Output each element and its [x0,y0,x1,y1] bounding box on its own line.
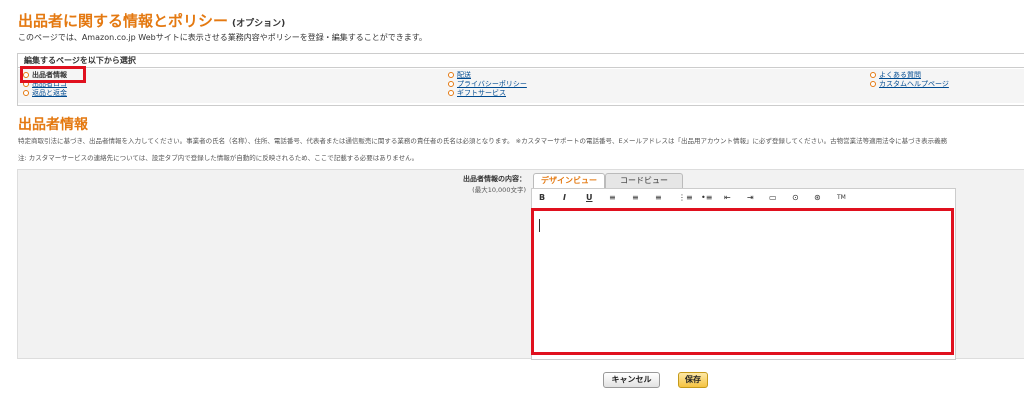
tab-code-view[interactable]: コードビュー [605,173,683,188]
highlight-editor-area [531,208,954,355]
page-title-text: 出品者に関する情報とポリシー [18,12,229,30]
bulleted-list-icon[interactable]: •≡ [701,193,712,202]
copyright-icon[interactable]: ⊙ [792,193,799,202]
align-center-icon[interactable]: ≡ [632,193,639,202]
highlight-selected-item [20,66,86,83]
selector-item-faq[interactable]: よくある質問 [870,71,949,80]
selector-item-label: ギフトサービス [457,89,506,97]
field-char-limit: (最大10,000文字) [472,186,526,194]
bullet-icon [448,72,454,78]
horizontal-rule-icon[interactable]: ▭ [769,193,777,202]
field-label: 出品者情報の内容： [463,175,526,183]
underline-icon[interactable]: U [586,193,593,202]
numbered-list-icon[interactable]: ⋮≡ [678,193,693,202]
selector-item-label: カスタムヘルプページ [879,80,949,88]
bullet-icon [448,81,454,87]
page-selector-heading: 編集するページを以下から選択 [18,54,1024,68]
bullet-icon [23,90,29,96]
tab-design-view[interactable]: デザインビュー [533,173,605,188]
outdent-icon[interactable]: ⇤ [724,193,731,202]
section-title: 出品者情報 [18,117,88,133]
selector-item-label: 配送 [457,71,471,79]
bold-icon[interactable]: B [539,193,545,202]
page-selector-col3: よくある質問 カスタムヘルプページ [870,71,949,89]
selector-item-custom-help[interactable]: カスタムヘルプページ [870,80,949,89]
selector-item-label: よくある質問 [879,71,921,79]
page-intro: このページでは、Amazon.co.jp Webサイトに表示させる業務内容やポリ… [18,33,427,42]
selector-item-returns[interactable]: 返品と返金 [23,89,67,98]
registered-icon[interactable]: ⊛ [814,193,821,202]
page-title: 出品者に関する情報とポリシー (オプション) [18,10,285,31]
bullet-icon [870,72,876,78]
selector-item-gift[interactable]: ギフトサービス [448,89,527,98]
align-left-icon[interactable]: ≡ [609,193,616,202]
cancel-button[interactable]: キャンセル [603,372,660,388]
selector-item-label: 返品と返金 [32,89,67,97]
indent-icon[interactable]: ⇥ [747,193,754,202]
italic-icon[interactable]: I [563,193,566,202]
save-button[interactable]: 保存 [678,372,708,388]
bullet-icon [870,81,876,87]
page-title-suffix: (オプション) [232,19,286,29]
editor-toolbar: B I U ≡ ≡ ≡ ⋮≡ •≡ ⇤ ⇥ ▭ ⊙ ⊛ TM [533,190,953,208]
bullet-icon [448,90,454,96]
section-note-contact: 注: カスタマーサービスの連絡先については、設定タブ内で登録した情報が自動的に反… [18,154,419,162]
section-note-legal: 特定商取引法に基づき、出品者情報を入力してください。事業者の氏名（名称）、住所、… [18,137,948,145]
page-selector-col2: 配送 プライバシーポリシー ギフトサービス [448,71,527,98]
selector-item-label: プライバシーポリシー [457,80,527,88]
trademark-icon[interactable]: TM [837,194,846,201]
selector-item-privacy[interactable]: プライバシーポリシー [448,80,527,89]
align-right-icon[interactable]: ≡ [655,193,662,202]
selector-item-shipping[interactable]: 配送 [448,71,527,80]
